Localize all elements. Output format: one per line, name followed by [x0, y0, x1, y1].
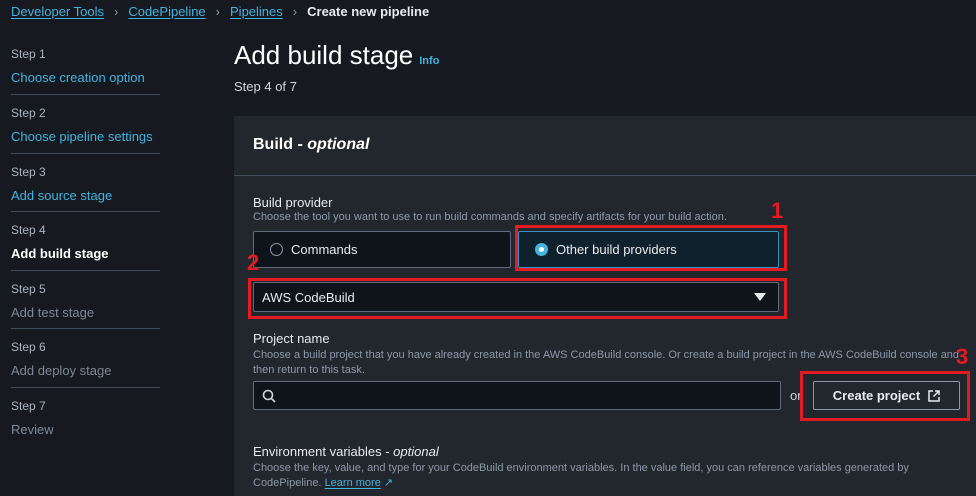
- divider: [11, 387, 160, 388]
- page-title-text: Add build stage: [234, 40, 414, 70]
- annotation-box-1: [515, 225, 787, 271]
- step-5-label: Step 5: [11, 282, 46, 296]
- divider: [11, 153, 160, 154]
- breadcrumb-codepipeline[interactable]: CodePipeline: [128, 4, 205, 19]
- chevron-right-icon: ›: [292, 4, 298, 19]
- step-4-current: Add build stage: [11, 246, 109, 261]
- step-6-disabled: Add deploy stage: [11, 363, 112, 378]
- build-provider-label: Build provider: [253, 195, 333, 210]
- panel-title-optional: optional: [307, 136, 370, 153]
- divider: [11, 328, 160, 329]
- radio-icon: [270, 243, 283, 256]
- env-vars-label-text: Environment variables -: [253, 444, 394, 459]
- breadcrumb: Developer Tools › CodePipeline › Pipelines…: [11, 4, 429, 19]
- env-vars-desc: Choose the key, value, and type for your…: [253, 461, 953, 491]
- radio-commands-label: Commands: [291, 242, 358, 257]
- breadcrumb-developer-tools[interactable]: Developer Tools: [11, 4, 104, 19]
- annotation-number-2: 2: [247, 250, 260, 275]
- step-6-label: Step 6: [11, 340, 46, 354]
- step-2-label: Step 2: [11, 106, 46, 120]
- step-3-link[interactable]: Add source stage: [11, 188, 112, 203]
- page-title: Add build stage Info: [234, 40, 439, 71]
- project-search-input[interactable]: [253, 381, 781, 410]
- panel-header: Build - optional: [234, 116, 976, 176]
- project-name-label: Project name: [253, 331, 330, 346]
- annotation-number-1: 1: [771, 198, 784, 223]
- build-provider-desc: Choose the tool you want to use to run b…: [253, 211, 727, 223]
- panel-title-text: Build -: [253, 136, 308, 153]
- external-link-icon: ↗: [383, 477, 394, 489]
- radio-commands[interactable]: Commands: [253, 231, 511, 268]
- page-subtitle: Step 4 of 7: [234, 79, 297, 94]
- info-link[interactable]: Info: [419, 55, 439, 67]
- step-5-disabled: Add test stage: [11, 305, 95, 320]
- step-2-link[interactable]: Choose pipeline settings: [11, 129, 153, 144]
- breadcrumb-current: Create new pipeline: [307, 4, 430, 19]
- annotation-number-3: 3: [956, 344, 969, 369]
- step-3-label: Step 3: [11, 165, 46, 179]
- step-4-label: Step 4: [11, 223, 46, 237]
- divider: [11, 270, 160, 271]
- panel-title: Build - optional: [253, 136, 369, 154]
- divider: [11, 94, 160, 95]
- chevron-right-icon: ›: [113, 4, 119, 19]
- learn-more-link[interactable]: Learn more: [325, 477, 381, 489]
- search-icon: [262, 389, 276, 403]
- step-7-disabled: Review: [11, 422, 54, 437]
- step-1-link[interactable]: Choose creation option: [11, 70, 145, 85]
- annotation-box-3: [800, 371, 970, 421]
- step-7-label: Step 7: [11, 399, 46, 413]
- divider: [11, 211, 160, 212]
- annotation-box-2: [248, 278, 787, 319]
- step-1-label: Step 1: [11, 47, 46, 61]
- chevron-right-icon: ›: [215, 4, 221, 19]
- env-vars-label: Environment variables - optional: [253, 444, 439, 459]
- env-vars-optional: optional: [393, 444, 439, 459]
- breadcrumb-pipelines[interactable]: Pipelines: [230, 4, 283, 19]
